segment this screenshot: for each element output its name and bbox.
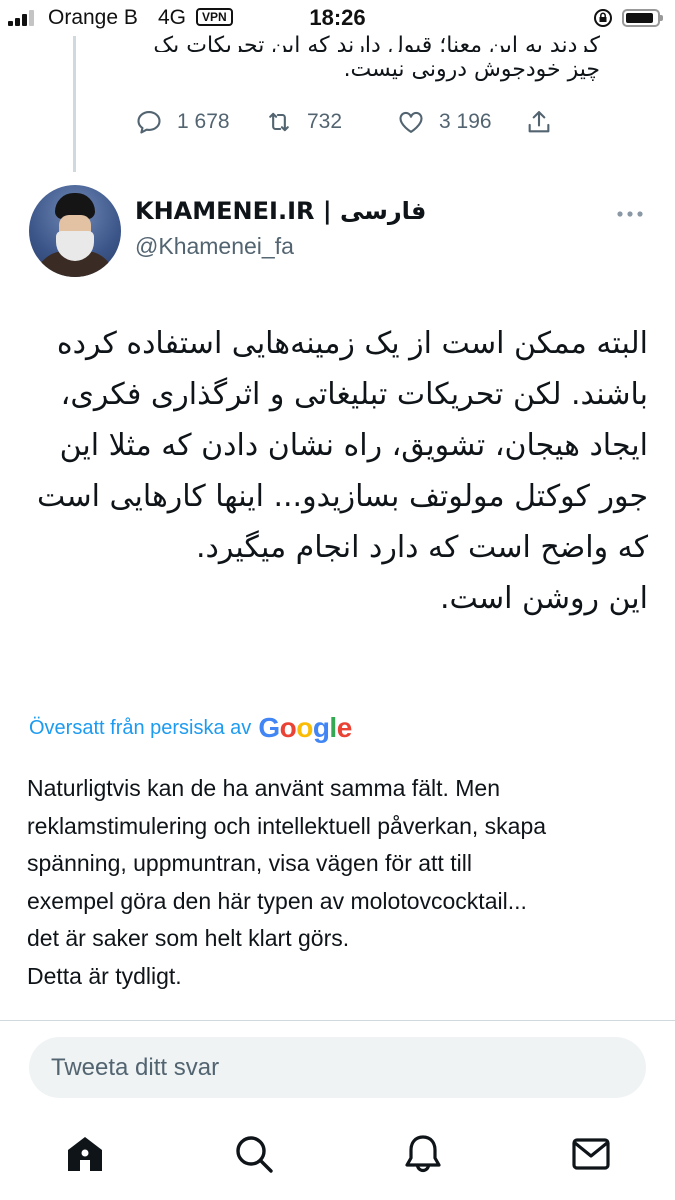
- translated-text-line: spänning, uppmuntran, visa vägen för att…: [27, 850, 472, 876]
- tab-search[interactable]: [232, 1132, 276, 1176]
- retweet-icon: [269, 112, 289, 132]
- tweet-text-persian-last-line: این روشن است.: [439, 581, 648, 616]
- translated-text-line: det är saker som helt klart görs.: [27, 925, 350, 951]
- share-icon: [528, 111, 550, 133]
- author-avatar[interactable]: [29, 185, 121, 277]
- orientation-lock-icon: [594, 9, 612, 27]
- share-button[interactable]: [525, 104, 567, 140]
- translation-attribution[interactable]: Översatt från persiska av Google: [29, 712, 352, 744]
- tab-messages[interactable]: [569, 1132, 613, 1176]
- author-handle[interactable]: @Khamenei_fa: [135, 233, 294, 260]
- divider: [0, 1020, 675, 1021]
- like-count: 3 196: [439, 110, 492, 133]
- like-button[interactable]: 3 196: [397, 104, 492, 140]
- previous-tweet-line: چیز خودجوش درونی نیست.: [343, 57, 600, 82]
- reply-count: 1 678: [177, 110, 230, 133]
- translated-text-line: Detta är tydligt.: [27, 962, 182, 989]
- tweet-text-persian-body: البته ممکن است از یک زمینه‌هایی استفاده …: [37, 326, 648, 565]
- reply-icon: [137, 111, 161, 134]
- tweet-detail-screen: Orange B 4G VPN 18:26 کردند به این معنا؛…: [0, 0, 675, 1200]
- retweet-count: 732: [307, 110, 343, 133]
- translated-tweet-text: Naturligtvis kan de ha använt samma fält…: [27, 770, 652, 995]
- author-name[interactable]: KHAMENEI.IR | فارسی: [135, 197, 426, 225]
- translated-text-line: exempel göra den här typen av molotovcoc…: [27, 887, 527, 914]
- more-options-icon[interactable]: [614, 204, 646, 224]
- bottom-tab-bar: [0, 1118, 675, 1200]
- previous-tweet-actions: 1 678 732 3 196: [135, 104, 575, 140]
- translated-text-line: Naturligtvis kan de ha använt samma fält…: [27, 775, 501, 801]
- battery-icon: [622, 9, 663, 27]
- previous-tweet-text[interactable]: کردند به این معنا؛ قبول دارند که این تحر…: [120, 28, 600, 88]
- messages-icon: [572, 1138, 610, 1170]
- battery-level: [626, 13, 653, 23]
- search-icon: [236, 1136, 273, 1173]
- tab-home[interactable]: [63, 1132, 107, 1176]
- translated-text-line: reklamstimulering och intellektuell påve…: [27, 812, 547, 839]
- google-logo: Google: [258, 712, 352, 743]
- thread-connector-line: [73, 36, 76, 172]
- heart-icon: [399, 111, 423, 133]
- notifications-icon: [405, 1135, 441, 1173]
- tweet-text-persian: البته ممکن است از یک زمینه‌هایی استفاده …: [28, 318, 648, 624]
- tab-notifications[interactable]: [401, 1132, 445, 1176]
- reply-button[interactable]: 1 678: [135, 104, 230, 140]
- home-icon: [68, 1137, 102, 1171]
- retweet-button[interactable]: 732: [265, 104, 342, 140]
- reply-input[interactable]: Tweeta ditt svar: [29, 1037, 646, 1098]
- previous-tweet-line: کردند به این معنا؛ قبول دارند که این تحر…: [153, 33, 600, 52]
- reply-placeholder: Tweeta ditt svar: [51, 1054, 220, 1081]
- translation-label: Översatt från persiska av: [29, 716, 252, 739]
